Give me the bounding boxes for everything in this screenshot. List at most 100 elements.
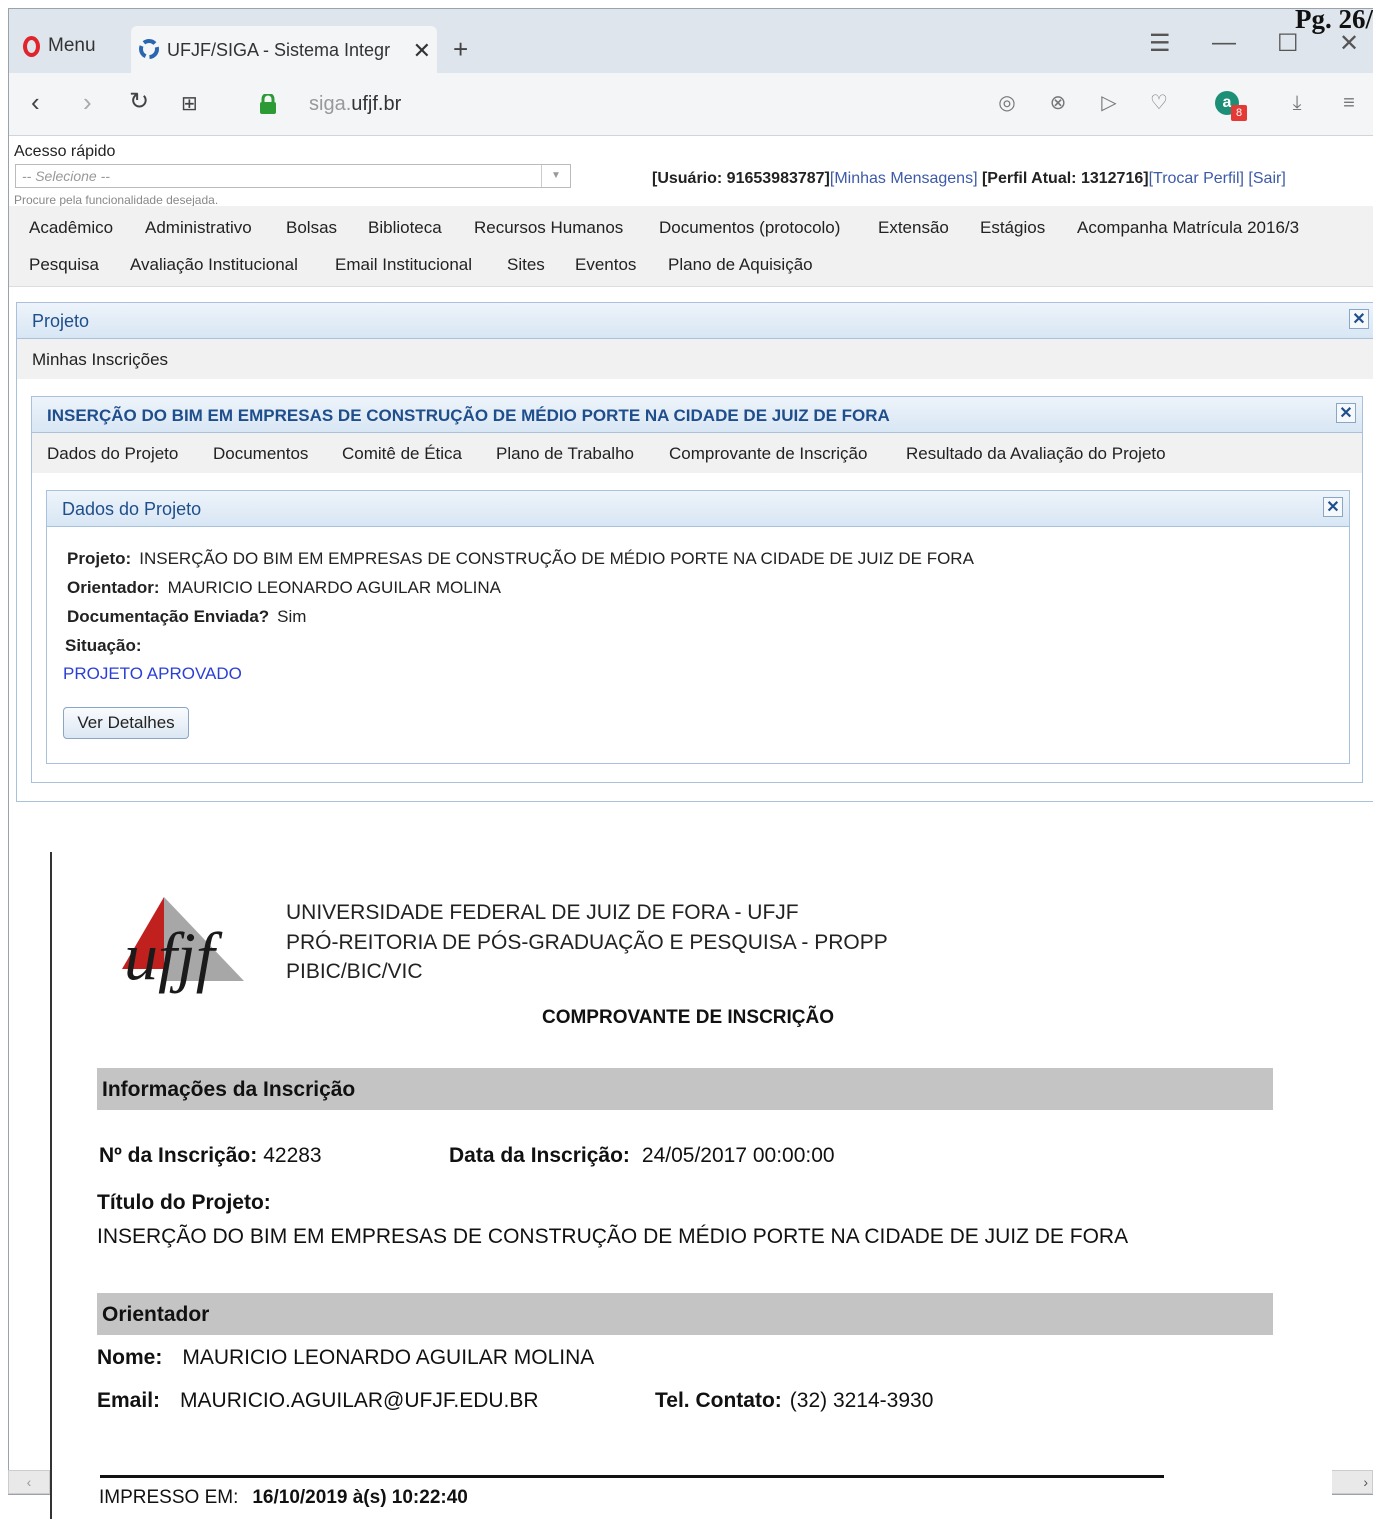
projeto-value: INSERÇÃO DO BIM EM EMPRESAS DE CONSTRUÇÃ…	[139, 549, 974, 568]
main-menu: Acadêmico Administrativo Bolsas Bibliote…	[9, 206, 1373, 287]
menu-administrativo[interactable]: Administrativo	[145, 218, 252, 238]
menu-avaliacao-institucional[interactable]: Avaliação Institucional	[130, 255, 298, 275]
tab-comprovante-inscricao[interactable]: Comprovante de Inscrição	[669, 444, 867, 464]
n-inscricao-field: Nº da Inscrição: 42283	[99, 1144, 322, 1168]
page-number-label: Pg. 26/	[1295, 4, 1373, 34]
projeto-panel-header: Projeto ✕	[17, 303, 1373, 339]
menu-acompanha-matricula[interactable]: Acompanha Matrícula 2016/3	[1077, 218, 1299, 238]
scroll-left-icon[interactable]: ‹	[8, 1470, 50, 1494]
n-inscricao-value: 42283	[263, 1144, 322, 1167]
minhas-mensagens-link[interactable]: [Minhas Mensagens]	[830, 170, 978, 187]
documentacao-value: Sim	[277, 607, 307, 626]
select-arrow-icon[interactable]: ▼	[541, 165, 570, 187]
inscricao-panel: INSERÇÃO DO BIM EM EMPRESAS DE CONSTRUÇÃ…	[31, 396, 1363, 783]
tab-bar: Menu UFJF/SIGA - Sistema Integr ✕ + ☰ — …	[9, 9, 1373, 73]
tel-label: Tel. Contato:	[655, 1389, 782, 1412]
download-icon[interactable]: ⤓	[1285, 91, 1309, 115]
easy-setup-icon[interactable]: ≡	[1337, 91, 1361, 115]
menu-documentos[interactable]: Documentos (protocolo)	[659, 218, 840, 238]
doc-divider	[100, 1475, 1164, 1478]
menu-bolsas[interactable]: Bolsas	[286, 218, 337, 238]
back-icon[interactable]: ‹	[31, 87, 40, 118]
menu-extensao[interactable]: Extensão	[878, 218, 949, 238]
data-inscricao-field: Data da Inscrição: 24/05/2017 00:00:00	[449, 1144, 835, 1168]
projeto-panel-title: Projeto	[32, 311, 90, 331]
tab-comite-etica[interactable]: Comitê de Ética	[342, 444, 462, 464]
orientador-label: Orientador:	[67, 578, 160, 597]
usuario-label: [Usuário: 91653983787]	[652, 170, 830, 187]
tab-dados-projeto[interactable]: Dados do Projeto	[47, 444, 178, 464]
sair-link[interactable]: [Sair]	[1244, 170, 1285, 187]
snapshot-icon[interactable]: ◎	[995, 91, 1019, 115]
documentacao-label: Documentação Enviada?	[67, 607, 270, 626]
quick-access-hint: Procure pela funcionalidade desejada.	[14, 193, 219, 207]
titulo-label: Título do Projeto:	[97, 1191, 271, 1214]
dados-projeto-title: Dados do Projeto	[62, 499, 202, 519]
close-icon[interactable]: ✕	[1323, 497, 1343, 517]
section-title: Orientador	[102, 1303, 210, 1326]
tab-close-icon[interactable]: ✕	[413, 38, 431, 64]
menu-academico[interactable]: Acadêmico	[29, 218, 113, 238]
section-title: Informações da Inscrição	[102, 1078, 356, 1101]
url-field[interactable]: siga.ufjf.br	[309, 93, 401, 116]
orientador-field: Orientador: MAURICIO LEONARDO AGUILAR MOL…	[67, 578, 501, 598]
send-icon[interactable]: ▷	[1097, 91, 1121, 115]
doc-title: COMPROVANTE DE INSCRIÇÃO	[541, 1007, 835, 1028]
tab-menu-icon[interactable]: ☰	[1149, 29, 1171, 58]
titulo-value: INSERÇÃO DO BIM EM EMPRESAS DE CONSTRUÇÃ…	[97, 1225, 1129, 1248]
quick-access-select[interactable]: -- Selecione -- ▼	[15, 164, 571, 188]
logo-text: ufjf	[124, 918, 223, 994]
email-value: MAURICIO.AGUILAR@UFJF.EDU.BR	[180, 1389, 539, 1412]
minhas-inscricoes-link[interactable]: Minhas Inscrições	[32, 350, 168, 370]
email-label: Email:	[97, 1389, 161, 1412]
menu-recursos-humanos[interactable]: Recursos Humanos	[474, 218, 623, 238]
quick-access-label: Acesso rápido	[14, 143, 116, 160]
n-inscricao-label: Nº da Inscrição:	[99, 1144, 258, 1167]
forward-icon[interactable]: ›	[83, 87, 92, 118]
doc-header-line-3: PIBIC/BIC/VIC	[286, 960, 423, 983]
url-domain: ufjf.br	[351, 93, 402, 115]
tab-plano-trabalho[interactable]: Plano de Trabalho	[496, 444, 634, 464]
tab-title: UFJF/SIGA - Sistema Integr	[167, 40, 391, 60]
menu-estagios[interactable]: Estágios	[980, 218, 1045, 238]
secure-lock-icon	[260, 94, 276, 114]
tab-documentos[interactable]: Documentos	[213, 444, 308, 464]
extension-count-badge: 8	[1231, 105, 1247, 121]
situacao-field: Situação:	[65, 636, 150, 656]
nome-field: Nome: MAURICIO LEONARDO AGUILAR MOLINA	[97, 1346, 594, 1370]
projeto-subbar: Minhas Inscrições	[17, 339, 1373, 379]
close-icon[interactable]: ✕	[1336, 403, 1356, 423]
new-tab-icon[interactable]: +	[453, 34, 468, 65]
reload-icon[interactable]: ↻	[129, 87, 149, 116]
ufjf-logo-icon: ufjf	[122, 897, 244, 994]
data-inscricao-value: 24/05/2017 00:00:00	[641, 1144, 835, 1167]
tab-resultado-avaliacao[interactable]: Resultado da Avaliação do Projeto	[906, 444, 1166, 464]
inscricao-panel-header: INSERÇÃO DO BIM EM EMPRESAS DE CONSTRUÇÃ…	[32, 397, 1362, 433]
menu-biblioteca[interactable]: Biblioteca	[368, 218, 442, 238]
nome-label: Nome:	[97, 1346, 163, 1369]
siga-favicon-icon	[139, 39, 159, 59]
situacao-label: Situação:	[65, 636, 142, 655]
url-subdomain: siga.	[309, 93, 352, 115]
menu-email-institucional[interactable]: Email Institucional	[335, 255, 472, 275]
adblock-icon[interactable]: ⊗	[1046, 91, 1070, 115]
tel-field: Tel. Contato: (32) 3214-3930	[655, 1389, 933, 1413]
menu-plano-aquisicao[interactable]: Plano de Aquisição	[668, 255, 813, 275]
menu-pesquisa[interactable]: Pesquisa	[29, 255, 99, 275]
minimize-icon[interactable]: —	[1212, 29, 1236, 57]
section-orientador: Orientador	[97, 1293, 1273, 1335]
perfil-label: [Perfil Atual: 1312716]	[977, 170, 1149, 187]
inscricao-panel-title: INSERÇÃO DO BIM EM EMPRESAS DE CONSTRUÇÃ…	[47, 406, 890, 425]
trocar-perfil-link[interactable]: [Trocar Perfil]	[1149, 170, 1244, 187]
ver-detalhes-button[interactable]: Ver Detalhes	[63, 707, 189, 739]
menu-eventos[interactable]: Eventos	[575, 255, 636, 275]
close-icon[interactable]: ✕	[1349, 309, 1369, 329]
browser-tab-active[interactable]: UFJF/SIGA - Sistema Integr ✕	[131, 26, 437, 73]
opera-menu-button[interactable]: Menu	[23, 35, 96, 57]
bookmark-heart-icon[interactable]: ♡	[1147, 91, 1171, 115]
dados-projeto-panel: Dados do Projeto ✕ Projeto: INSERÇÃO DO B…	[46, 490, 1350, 764]
speed-dial-icon[interactable]: ⊞	[181, 91, 198, 116]
menu-sites[interactable]: Sites	[507, 255, 545, 275]
menu-label: Menu	[48, 35, 96, 56]
project-tabs: Dados do Projeto Documentos Comitê de Ét…	[32, 433, 1362, 473]
